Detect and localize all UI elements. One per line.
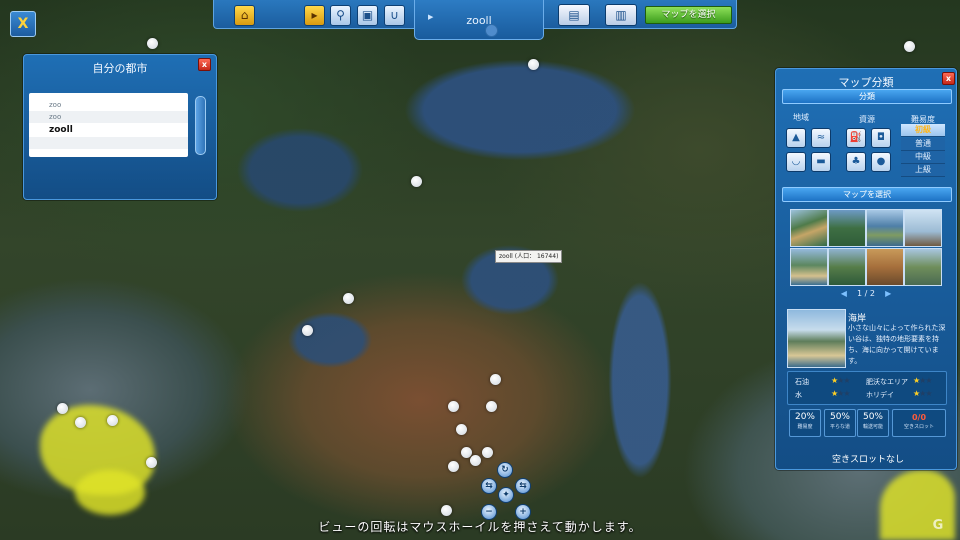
map-thumbnail[interactable] xyxy=(904,248,942,286)
category-header: 分類 xyxy=(782,89,952,104)
city-marker[interactable] xyxy=(904,41,915,52)
panel-title: 自分の都市 xyxy=(92,62,148,75)
logo-icon: X xyxy=(17,16,29,32)
city-list[interactable]: zoo zoo zooll xyxy=(29,93,188,157)
no-slots-message: 空きスロットなし xyxy=(831,455,904,465)
stat-label-fertile: 肥沃なエリア xyxy=(866,378,908,386)
plains-region-icon[interactable]: ▬ xyxy=(811,152,831,172)
page-indicator: 1 / 2 xyxy=(857,289,875,298)
save-icon: ▣ xyxy=(361,8,374,22)
percentage-stat: 50% 輸送可能 xyxy=(857,409,889,437)
city-marker[interactable] xyxy=(490,374,501,385)
stat-label-oil: 石油 xyxy=(795,378,809,386)
star-rating: ★★★ xyxy=(831,376,851,385)
region-label: 地域 xyxy=(793,113,809,122)
current-city-tab[interactable]: ▶ zooll xyxy=(414,0,544,40)
load-button[interactable]: ▸ xyxy=(304,5,325,26)
city-marker[interactable] xyxy=(448,461,459,472)
difficulty-option-normal[interactable]: 普通 xyxy=(901,138,945,151)
city-marker[interactable] xyxy=(57,403,68,414)
city-marker[interactable] xyxy=(147,38,158,49)
map-thumbnail[interactable] xyxy=(828,248,866,286)
city-marker[interactable] xyxy=(146,457,157,468)
selected-map-preview xyxy=(787,309,846,368)
map-thumbnail[interactable] xyxy=(904,209,942,247)
card-icon: ▥ xyxy=(615,8,627,22)
list-item-selected[interactable]: zooll xyxy=(29,123,188,137)
magnet-icon: ∪ xyxy=(390,8,399,22)
search-button[interactable]: ⚲ xyxy=(330,5,351,26)
city-marker[interactable] xyxy=(75,417,86,428)
rotate-left-icon[interactable]: ⇆ xyxy=(481,478,497,494)
percentage-stat: 50% 平らな道 xyxy=(824,409,856,437)
next-page-icon[interactable]: ▶ xyxy=(885,289,891,298)
oil-resource-icon[interactable]: ⛽ xyxy=(846,128,866,148)
list-item[interactable]: zoo xyxy=(29,99,188,111)
city-marker[interactable] xyxy=(456,424,467,435)
stat-label-water: 水 xyxy=(795,391,802,399)
select-map-header: マップを選択 xyxy=(782,187,952,202)
map-thumbnail[interactable] xyxy=(828,209,866,247)
close-icon[interactable]: x xyxy=(942,72,955,85)
select-map-button[interactable]: マップを選択 xyxy=(645,6,732,24)
difficulty-option-beginner[interactable]: 初級 xyxy=(901,124,945,137)
building-icon: ⌂ xyxy=(240,8,249,22)
city-marker[interactable] xyxy=(470,455,481,466)
selected-map-description: 小さな山々によって作られた深い谷は、独特の地形要素を持ち、海に向かって開けていま… xyxy=(848,324,946,365)
rotate-up-icon[interactable]: ↻ xyxy=(497,462,513,478)
city-marker[interactable] xyxy=(343,293,354,304)
city-marker[interactable] xyxy=(411,176,422,187)
list-item[interactable]: zoo xyxy=(29,111,188,123)
tab-handle[interactable] xyxy=(485,24,498,37)
star-rating: ★★★ xyxy=(913,389,933,398)
search-icon: ⚲ xyxy=(336,8,345,22)
folder-icon: ▸ xyxy=(311,8,318,22)
highlighted-region-west-tail xyxy=(75,470,145,515)
resource-label: 資源 xyxy=(859,115,875,124)
rotate-right-icon[interactable]: ⇆ xyxy=(515,478,531,494)
map-icon: ▤ xyxy=(568,8,580,22)
region-map-button[interactable]: ▤ xyxy=(558,4,590,26)
panel-title: マップ分類 xyxy=(838,76,894,89)
map-thumbnail[interactable] xyxy=(866,248,904,286)
percentage-stat: 20% 難易度 xyxy=(789,409,821,437)
map-thumbnail[interactable] xyxy=(866,209,904,247)
city-marker[interactable] xyxy=(528,59,539,70)
city-tooltip: zooll (人口： 16744) xyxy=(495,250,563,263)
ore-resource-icon[interactable]: ◘ xyxy=(871,128,891,148)
prev-page-icon[interactable]: ◀ xyxy=(841,289,847,298)
save-button[interactable]: ▣ xyxy=(357,5,378,26)
coast-region-icon[interactable]: ≈ xyxy=(811,128,831,148)
stat-label-holiday: ホリデイ xyxy=(866,391,894,399)
scrollbar[interactable] xyxy=(195,96,206,155)
watermark-logo: G xyxy=(932,518,944,533)
free-slots-stat: 0/0 空きスロット xyxy=(892,409,946,437)
map-thumbnail[interactable] xyxy=(790,209,828,247)
current-city-name: zooll xyxy=(466,14,492,27)
pagination: ◀ 1 / 2 ▶ xyxy=(782,289,950,298)
list-item-empty xyxy=(29,137,188,149)
mountain-region-icon[interactable]: ▲ xyxy=(786,128,806,148)
city-view-button[interactable]: ⌂ xyxy=(234,5,255,26)
difficulty-option-intermediate[interactable]: 中級 xyxy=(901,151,945,164)
star-rating: ★★★ xyxy=(831,389,851,398)
city-marker[interactable] xyxy=(448,401,459,412)
map-thumbnail-selected[interactable] xyxy=(790,248,828,286)
star-rating: ★★★ xyxy=(913,376,933,385)
valley-region-icon[interactable]: ◡ xyxy=(786,152,806,172)
city-marker[interactable] xyxy=(482,447,493,458)
city-marker[interactable] xyxy=(441,505,452,516)
city-marker[interactable] xyxy=(107,415,118,426)
fertile-resource-icon[interactable]: ♣ xyxy=(846,152,866,172)
water-resource-icon[interactable]: ● xyxy=(871,152,891,172)
center-view-icon[interactable]: ✦ xyxy=(498,487,514,503)
close-icon[interactable]: x xyxy=(198,58,211,71)
difficulty-option-advanced[interactable]: 上級 xyxy=(901,164,945,177)
city-marker[interactable] xyxy=(302,325,313,336)
game-menu-button[interactable]: X xyxy=(10,11,36,37)
bottom-hint: ビューの回転はマウスホーイルを押さえて動かします。 xyxy=(318,520,642,534)
city-marker[interactable] xyxy=(486,401,497,412)
magnet-button[interactable]: ∪ xyxy=(384,5,405,26)
city-card-button[interactable]: ▥ xyxy=(605,4,637,26)
